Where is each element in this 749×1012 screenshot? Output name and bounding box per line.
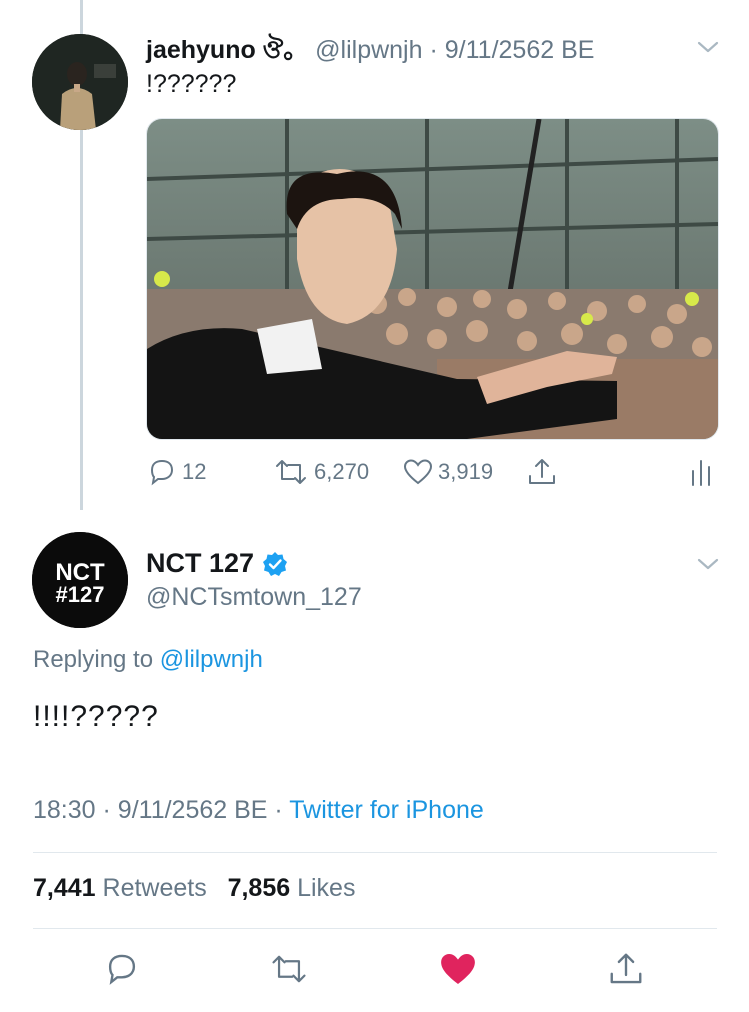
tweet1-header: jaehyuno ঔ。 @lilpwnjh · 9/11/2562 BE [146,30,594,73]
tweet1-analytics-button[interactable] [688,452,714,492]
replying-mention-link[interactable]: @lilpwnjh [160,646,263,673]
meta-separator: · [102,796,111,824]
tweet1-retweet-button[interactable]: 6,270 [272,452,369,492]
tweet1-handle[interactable]: @lilpwnjh [315,36,422,64]
tweet1-media-photo[interactable] [146,118,719,440]
replying-prefix: Replying to [33,646,154,673]
tweet1-display-name[interactable]: jaehyuno ঔ。 [146,36,308,64]
chevron-down-icon[interactable] [696,38,720,56]
tweet2-stats: 7,441 Retweets 7,856 Likes [33,874,355,903]
tweet2-source-link[interactable]: Twitter for iPhone [289,796,484,824]
retweet-icon [276,460,306,484]
avatar-logo-127: #127 [56,582,105,607]
tweet2-share-button[interactable] [603,946,649,992]
tweet2-handle[interactable]: @NCTsmtown_127 [146,583,362,612]
divider [33,852,717,853]
tweet2-text: !!!!????? [33,700,159,733]
chevron-down-icon[interactable] [696,555,720,573]
tweet1-action-bar: 12 6,270 3,919 [146,452,717,492]
tweet2-meta: 18:30 · 9/11/2562 BE · Twitter for iPhon… [33,796,484,825]
share-icon [610,953,642,984]
tweet1-reply-button[interactable]: 12 [146,452,206,492]
analytics-icon [692,460,710,486]
verified-badge-icon [263,551,288,576]
tweet1-like-count: 3,919 [438,459,494,484]
heart-icon [441,954,475,984]
avatar-jaehyuno[interactable] [32,34,128,130]
likes-stat[interactable]: 7,856 Likes [228,874,356,902]
tweet1-like-button[interactable]: 3,919 [402,452,493,492]
retweet-icon [272,955,306,983]
reply-icon [108,954,136,985]
reply-icon [150,459,174,486]
retweets-stat[interactable]: 7,441 Retweets [33,874,207,902]
like-label: Likes [297,874,356,902]
tweet2-display-name[interactable]: NCT 127 [146,548,254,579]
tweet2-reply-button[interactable] [99,946,145,992]
tweet2-date: 9/11/2562 BE [117,796,268,824]
retweet-label: Retweets [102,874,207,902]
tweet1-date[interactable]: 9/11/2562 BE [445,36,595,64]
tweet2-retweet-button[interactable] [266,946,312,992]
replying-to-line: Replying to @lilpwnjh [33,646,263,674]
like-count: 7,856 [227,874,291,902]
tweet1-retweet-count: 6,270 [314,459,370,484]
tweet2-name-row: NCT 127 [146,548,288,579]
tweet1-share-button[interactable] [526,452,558,492]
retweet-count: 7,441 [33,874,96,902]
tweet1-reply-count: 12 [182,459,207,484]
photo-image [147,119,718,439]
tweet2-time: 18:30 [33,796,96,824]
heart-icon [403,459,433,485]
tweet2-action-bar [33,946,717,992]
tweet2-like-button[interactable] [435,946,481,992]
tweet1-separator: · [429,36,438,64]
avatar-nct127[interactable]: NCT #127 [32,532,128,628]
meta-separator: · [274,796,283,824]
tweet1-text: !?????? [146,70,237,98]
share-icon [529,459,555,484]
divider [33,928,717,929]
